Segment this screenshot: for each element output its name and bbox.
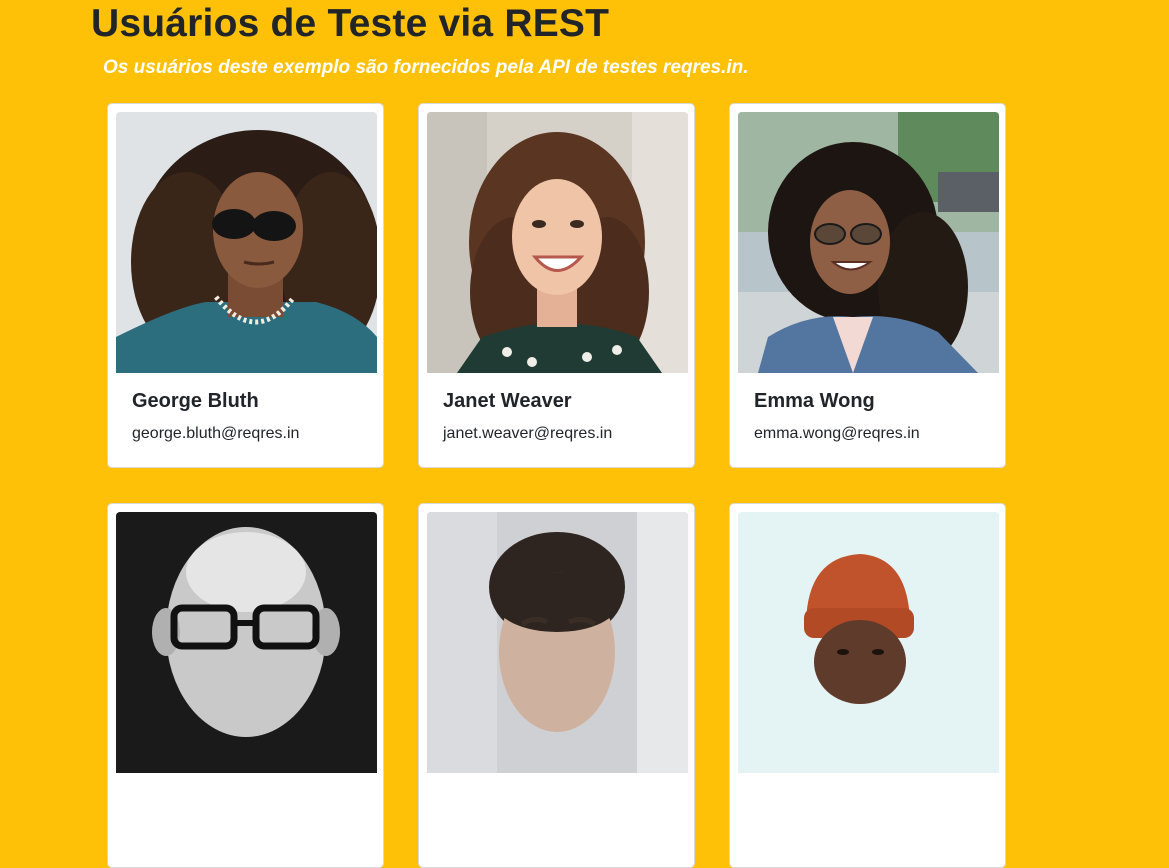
user-name: Janet Weaver [443, 390, 572, 412]
user-card [418, 503, 695, 868]
user-card: George Bluth george.bluth@reqres.in [107, 103, 384, 468]
user-photo [116, 512, 377, 773]
user-email: emma.wong@reqres.in [754, 425, 920, 442]
user-photo [738, 512, 999, 773]
user-photo [427, 112, 688, 373]
user-card [107, 503, 384, 868]
user-card: Emma Wong emma.wong@reqres.in [729, 103, 1006, 468]
user-card [729, 503, 1006, 868]
user-photo [116, 112, 377, 373]
user-name: Emma Wong [754, 390, 875, 412]
page-subtitle: Os usuários deste exemplo são fornecidos… [103, 57, 749, 78]
user-email: janet.weaver@reqres.in [443, 425, 613, 442]
user-photo [738, 112, 999, 373]
page-title: Usuários de Teste via REST [91, 2, 610, 45]
user-card: Janet Weaver janet.weaver@reqres.in [418, 103, 695, 468]
user-email: george.bluth@reqres.in [132, 425, 300, 442]
user-name: George Bluth [132, 390, 259, 412]
user-photo [427, 512, 688, 773]
